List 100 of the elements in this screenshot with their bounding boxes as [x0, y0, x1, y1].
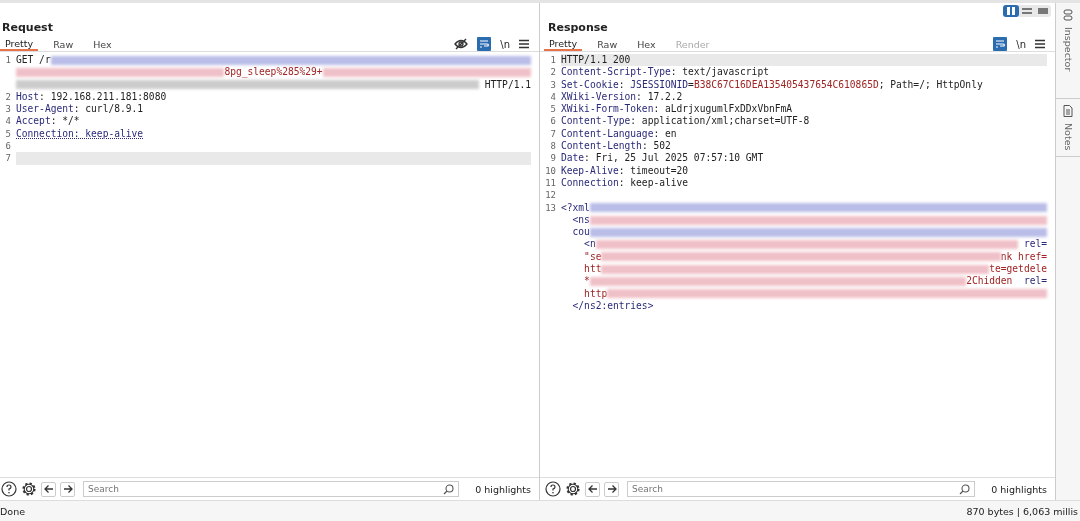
code-text: * — [583, 275, 590, 288]
forward-button[interactable] — [60, 481, 75, 497]
line-number: 6 — [549, 115, 557, 128]
code-text: : timeout=20 — [618, 164, 689, 177]
side-tab[interactable]: Inspector — [1056, 3, 1080, 99]
side-tab[interactable]: Notes — [1056, 99, 1080, 158]
newline-toggle[interactable]: \n — [500, 38, 510, 50]
rows-icon — [1022, 7, 1032, 15]
line-number: 11 — [544, 176, 557, 190]
menu-icon[interactable] — [519, 39, 529, 49]
highlights-count: 0 highlights — [474, 483, 532, 495]
code-text: : application/xml;charset=UTF-8 — [630, 115, 810, 128]
code-text: HTTP/1.1 200 — [561, 54, 631, 67]
settings-icon[interactable] — [565, 481, 581, 497]
code-text: te=getdele — [989, 263, 1047, 276]
code-text: B38C67C16DEA135405437654C610865D — [693, 78, 879, 91]
code-text: <ns — [571, 213, 590, 227]
code-text: "se — [583, 250, 602, 264]
view-tab[interactable]: Raw — [592, 37, 623, 51]
highlights-count: 0 highlights — [990, 483, 1048, 495]
layout-button[interactable] — [1019, 5, 1035, 17]
code-text: JSESSIONID — [630, 78, 689, 91]
back-button[interactable] — [41, 481, 56, 497]
code-text: Date — [561, 152, 585, 165]
line-number: 8 — [549, 140, 557, 153]
code-editor[interactable]: 1 GET /r 8pg_sleep%285%29+ HTTP/1.1 2 Host: 192.168.211.181:8080 3 User-Agent: curl/8.9.1 4 Accept: */* 5 Connection: keep-alive 6 7 — [0, 52, 539, 477]
pane-title: Response — [547, 20, 609, 36]
back-button[interactable] — [585, 481, 600, 497]
code-text: HTTP/1.1 — [483, 78, 531, 91]
forward-button[interactable] — [604, 481, 619, 497]
code-text: 2Chidden — [966, 275, 1013, 288]
right-arrow-icon — [606, 484, 617, 494]
line-number: 4 — [4, 115, 12, 128]
line-number: 5 — [549, 103, 557, 116]
code-text: ; Path=/; HttpOnly — [878, 78, 983, 91]
code-text: Content-Script-Type — [561, 66, 671, 79]
code-text: rel= — [1022, 238, 1047, 251]
settings-icon[interactable] — [21, 481, 37, 497]
line-number: 1 — [549, 54, 557, 67]
code-text: User-Agent — [16, 103, 74, 116]
view-tab[interactable]: Pretty — [0, 37, 39, 51]
menu-icon[interactable] — [1035, 39, 1045, 49]
view-tab[interactable]: Raw — [48, 37, 79, 51]
code-text: nk href= — [1000, 250, 1047, 264]
code-text: cou — [571, 226, 590, 239]
code-text: : Fri, 25 Jul 2025 07:57:10 GMT — [584, 152, 764, 165]
code-text: Accept — [16, 115, 51, 128]
code-text: Connection — [561, 176, 619, 190]
line-number: 4 — [549, 90, 557, 104]
view-tab[interactable]: Hex — [88, 37, 117, 51]
line-number: 3 — [549, 78, 557, 91]
line-number: 5 — [4, 127, 12, 141]
code-text: : 17.2.2 — [636, 90, 683, 104]
line-number: 7 — [549, 127, 557, 141]
left-arrow-icon — [43, 484, 54, 494]
layout-button[interactable] — [1035, 5, 1051, 17]
code-text: 8pg_sleep%285%29+ — [224, 66, 323, 79]
code-text: Content-Language — [561, 127, 654, 141]
line-number: 12 — [544, 189, 557, 202]
code-text: = — [688, 78, 694, 91]
line-number: 13 — [544, 201, 557, 215]
code-text: Content-Length — [561, 140, 642, 153]
code-text: : 502 — [641, 140, 671, 153]
search-field[interactable]: Search — [83, 481, 460, 497]
code-text: Keep-Alive — [561, 164, 619, 177]
right-arrow-icon — [62, 484, 73, 494]
line-number: 7 — [4, 152, 12, 165]
line-number: 1 — [4, 54, 12, 67]
response-stats: 870 bytes | 6,063 millis — [966, 505, 1078, 517]
layout-button[interactable] — [1003, 5, 1019, 17]
code-text: : */* — [50, 115, 80, 128]
wrap-icon[interactable] — [993, 37, 1008, 51]
code-text: : en — [653, 127, 677, 141]
document-icon — [1063, 105, 1073, 117]
code-text: : curl/8.9.1 — [73, 103, 144, 116]
code-text: XWiki-Version — [561, 90, 637, 104]
code-text: GET /r — [16, 54, 51, 67]
code-text: : keep-alive — [618, 176, 689, 190]
code-text: Host — [16, 90, 40, 104]
code-text: <n — [583, 238, 596, 251]
help-icon[interactable] — [1, 481, 17, 497]
line-number: 2 — [549, 66, 557, 79]
code-text: </ns2:entries> — [571, 299, 654, 313]
code-text: : aLdrjxugumlFxDDxVbnFmA — [653, 103, 793, 116]
code-text: : 192.168.211.181:8080 — [39, 90, 167, 104]
help-icon[interactable] — [545, 481, 561, 497]
pane-title: Request — [1, 20, 54, 36]
view-tab[interactable]: Pretty — [544, 37, 583, 51]
line-number: 9 — [549, 152, 557, 165]
code-text: Set-Cookie — [561, 78, 619, 91]
wrap-icon[interactable] — [477, 37, 492, 51]
single-pane-icon — [1038, 7, 1048, 15]
newline-toggle[interactable]: \n — [1016, 38, 1026, 50]
eye-slash-icon[interactable] — [454, 38, 469, 50]
code-text: : text/javascript — [670, 66, 769, 79]
search-field[interactable]: Search — [627, 481, 976, 497]
search-icon — [443, 484, 455, 495]
code-text: XWiki-Form-Token — [561, 103, 654, 116]
view-tab[interactable]: Hex — [632, 37, 661, 51]
code-text: htt — [583, 263, 602, 276]
